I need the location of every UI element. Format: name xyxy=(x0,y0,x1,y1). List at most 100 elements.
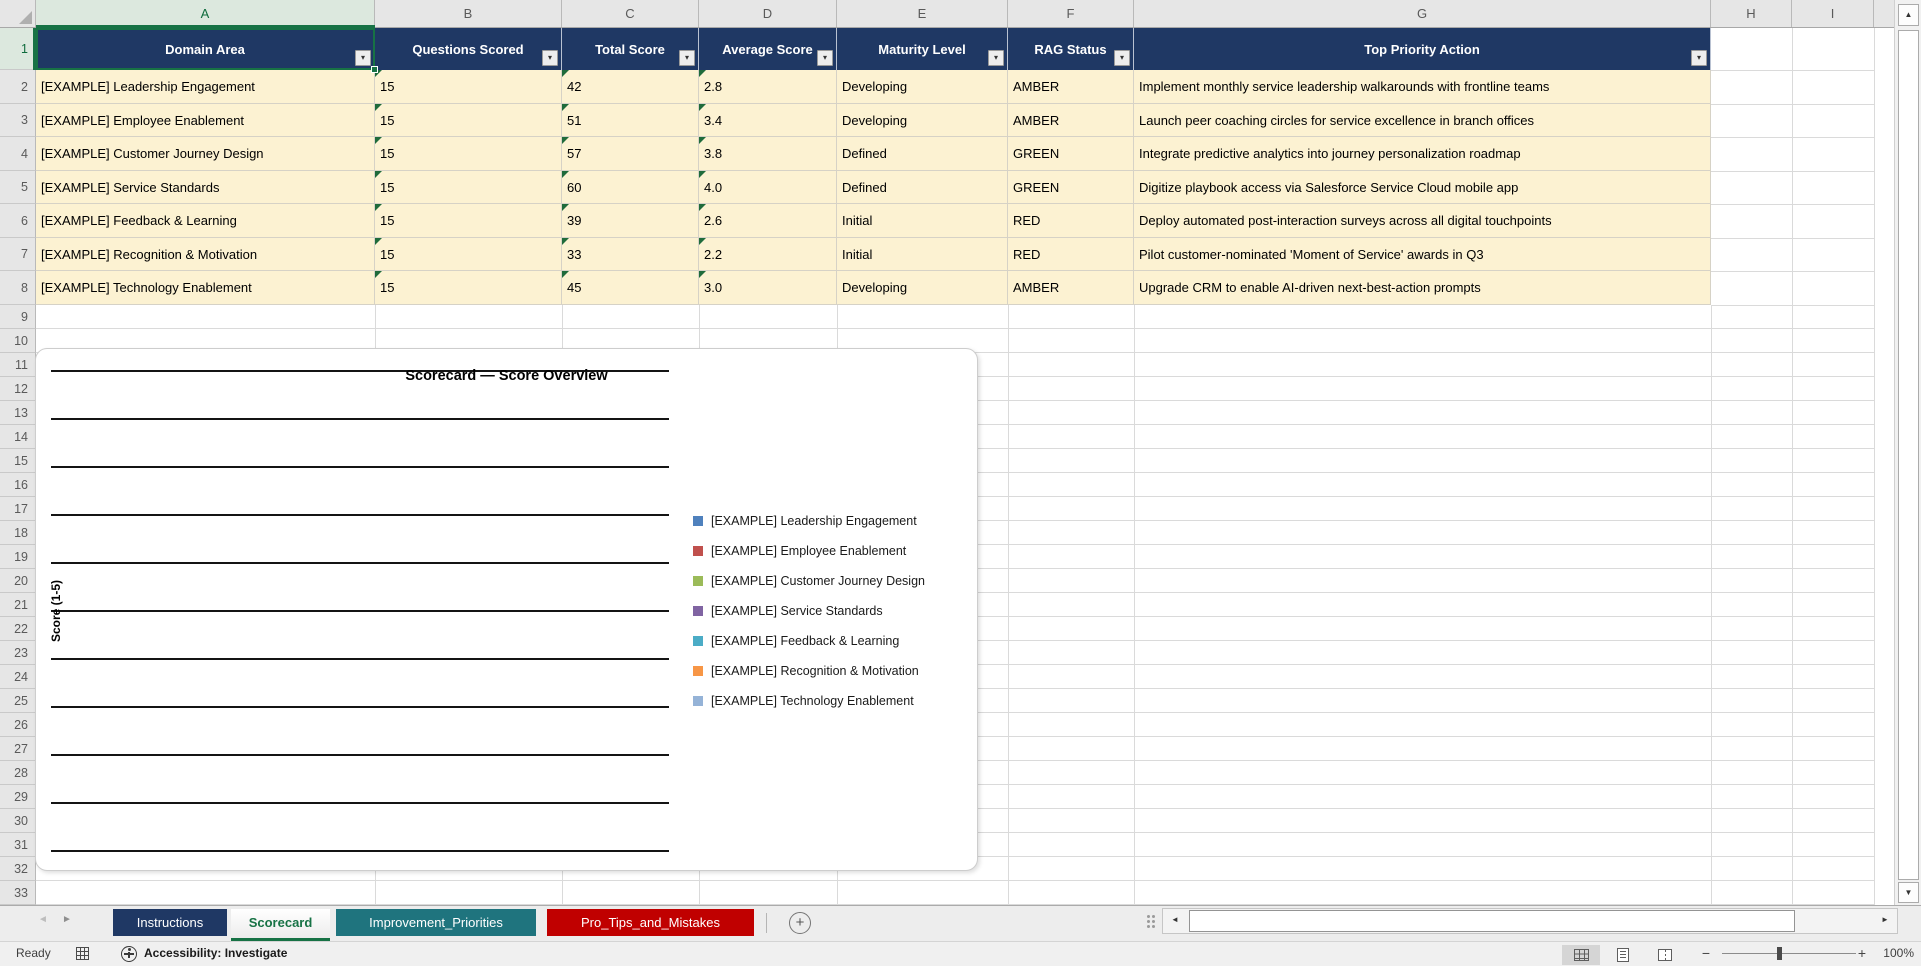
accessibility-status[interactable]: Accessibility: Investigate xyxy=(144,946,287,960)
cell-questions[interactable]: 15 xyxy=(375,238,562,271)
cell-maturity[interactable]: Defined xyxy=(837,171,1008,204)
row-header-19[interactable]: 19 xyxy=(0,545,36,569)
header-cell-questions-scored[interactable]: Questions Scored ▾ xyxy=(375,28,562,70)
view-page-layout-button[interactable] xyxy=(1604,945,1642,965)
sheet-tab-instructions[interactable]: Instructions xyxy=(113,909,227,936)
row-header-28[interactable]: 28 xyxy=(0,761,36,785)
row-header-25[interactable]: 25 xyxy=(0,689,36,713)
cell-questions[interactable]: 15 xyxy=(375,70,562,104)
new-sheet-button[interactable]: + xyxy=(789,912,811,934)
row-header-26[interactable]: 26 xyxy=(0,713,36,737)
cell-average[interactable]: 2.2 xyxy=(699,238,837,271)
scroll-left-button[interactable]: ◄ xyxy=(1165,909,1185,931)
filter-dropdown-button[interactable]: ▾ xyxy=(817,50,833,66)
scroll-right-button[interactable]: ► xyxy=(1875,909,1895,931)
zoom-slider-thumb[interactable] xyxy=(1777,947,1782,960)
row-header-24[interactable]: 24 xyxy=(0,665,36,689)
cell-questions[interactable]: 15 xyxy=(375,137,562,171)
sheet-nav-next-icon[interactable]: ► xyxy=(62,914,72,925)
legend-item[interactable]: [EXAMPLE] Customer Journey Design xyxy=(693,566,925,596)
row-header-14[interactable]: 14 xyxy=(0,425,36,449)
column-header-c[interactable]: C xyxy=(562,0,699,27)
cell-maturity[interactable]: Developing xyxy=(837,104,1008,137)
fill-handle[interactable] xyxy=(371,66,378,73)
row-header-13[interactable]: 13 xyxy=(0,401,36,425)
zoom-out-button[interactable]: − xyxy=(1698,945,1714,965)
row-header-21[interactable]: 21 xyxy=(0,593,36,617)
cell-action[interactable]: Digitize playbook access via Salesforce … xyxy=(1134,171,1711,204)
scrollbar-resize-handle[interactable] xyxy=(1147,915,1150,918)
row-header-22[interactable]: 22 xyxy=(0,617,36,641)
filter-dropdown-button[interactable]: ▾ xyxy=(355,50,371,66)
cell-average[interactable]: 3.8 xyxy=(699,137,837,171)
cell-domain[interactable]: [EXAMPLE] Employee Enablement xyxy=(36,104,375,137)
cell-domain[interactable]: [EXAMPLE] Leadership Engagement xyxy=(36,70,375,104)
cell-action[interactable]: Pilot customer-nominated 'Moment of Serv… xyxy=(1134,238,1711,271)
cell-rag[interactable]: GREEN xyxy=(1008,171,1134,204)
header-cell-total-score[interactable]: Total Score ▾ xyxy=(562,28,699,70)
row-header-33[interactable]: 33 xyxy=(0,881,36,905)
header-cell-average-score[interactable]: Average Score ▾ xyxy=(699,28,837,70)
cell-average[interactable]: 2.6 xyxy=(699,204,837,238)
horizontal-scrollbar-thumb[interactable] xyxy=(1189,910,1795,932)
zoom-in-button[interactable]: + xyxy=(1854,945,1870,965)
legend-item[interactable]: [EXAMPLE] Recognition & Motivation xyxy=(693,656,925,686)
filter-dropdown-button[interactable]: ▾ xyxy=(679,50,695,66)
cell-questions[interactable]: 15 xyxy=(375,171,562,204)
macro-record-icon[interactable] xyxy=(76,947,89,960)
header-cell-domain-area[interactable]: Domain Area ▾ xyxy=(36,28,375,70)
cell-total[interactable]: 57 xyxy=(562,137,699,171)
legend-item[interactable]: [EXAMPLE] Service Standards xyxy=(693,596,925,626)
filter-dropdown-button[interactable]: ▾ xyxy=(1691,50,1707,66)
cell-total[interactable]: 51 xyxy=(562,104,699,137)
row-header-30[interactable]: 30 xyxy=(0,809,36,833)
row-header-8[interactable]: 8 xyxy=(0,271,36,305)
cell-maturity[interactable]: Initial xyxy=(837,238,1008,271)
cell-maturity[interactable]: Developing xyxy=(837,70,1008,104)
cell-average[interactable]: 2.8 xyxy=(699,70,837,104)
cell-action[interactable]: Upgrade CRM to enable AI-driven next-bes… xyxy=(1134,271,1711,305)
cell-rag[interactable]: AMBER xyxy=(1008,271,1134,305)
cell-total[interactable]: 60 xyxy=(562,171,699,204)
row-header-11[interactable]: 11 xyxy=(0,353,36,377)
row-header-16[interactable]: 16 xyxy=(0,473,36,497)
row-header-23[interactable]: 23 xyxy=(0,641,36,665)
vertical-scrollbar[interactable]: ▲ ▼ xyxy=(1894,0,1921,905)
row-header-4[interactable]: 4 xyxy=(0,137,36,171)
cell-domain[interactable]: [EXAMPLE] Service Standards xyxy=(36,171,375,204)
row-header-20[interactable]: 20 xyxy=(0,569,36,593)
cell-domain[interactable]: [EXAMPLE] Recognition & Motivation xyxy=(36,238,375,271)
legend-item[interactable]: [EXAMPLE] Feedback & Learning xyxy=(693,626,925,656)
sheet-tab-pro-tips-and-mistakes[interactable]: Pro_Tips_and_Mistakes xyxy=(547,909,754,936)
cell-action[interactable]: Launch peer coaching circles for service… xyxy=(1134,104,1711,137)
row-header-17[interactable]: 17 xyxy=(0,497,36,521)
column-header-b[interactable]: B xyxy=(375,0,562,27)
zoom-level[interactable]: 100% xyxy=(1872,946,1914,960)
cell-rag[interactable]: RED xyxy=(1008,238,1134,271)
vertical-scrollbar-thumb[interactable] xyxy=(1898,30,1919,880)
row-header-12[interactable]: 12 xyxy=(0,377,36,401)
cell-rag[interactable]: RED xyxy=(1008,204,1134,238)
cell-average[interactable]: 3.4 xyxy=(699,104,837,137)
cell-domain[interactable]: [EXAMPLE] Feedback & Learning xyxy=(36,204,375,238)
view-normal-button[interactable] xyxy=(1562,945,1600,965)
cell-total[interactable]: 33 xyxy=(562,238,699,271)
legend-item[interactable]: [EXAMPLE] Leadership Engagement xyxy=(693,506,925,536)
cell-maturity[interactable]: Initial xyxy=(837,204,1008,238)
zoom-slider-track[interactable] xyxy=(1722,953,1856,954)
view-page-break-button[interactable] xyxy=(1646,945,1684,965)
cell-action[interactable]: Integrate predictive analytics into jour… xyxy=(1134,137,1711,171)
header-cell-maturity-level[interactable]: Maturity Level ▾ xyxy=(837,28,1008,70)
cell-questions[interactable]: 15 xyxy=(375,204,562,238)
row-header-5[interactable]: 5 xyxy=(0,171,36,204)
cell-total[interactable]: 42 xyxy=(562,70,699,104)
column-header-h[interactable]: H xyxy=(1711,0,1792,27)
cell-domain[interactable]: [EXAMPLE] Customer Journey Design xyxy=(36,137,375,171)
row-header-9[interactable]: 9 xyxy=(0,305,36,329)
column-header-g[interactable]: G xyxy=(1134,0,1711,27)
row-header-15[interactable]: 15 xyxy=(0,449,36,473)
row-header-3[interactable]: 3 xyxy=(0,104,36,137)
cell-total[interactable]: 45 xyxy=(562,271,699,305)
header-cell-rag-status[interactable]: RAG Status ▾ xyxy=(1008,28,1134,70)
cell-average[interactable]: 4.0 xyxy=(699,171,837,204)
